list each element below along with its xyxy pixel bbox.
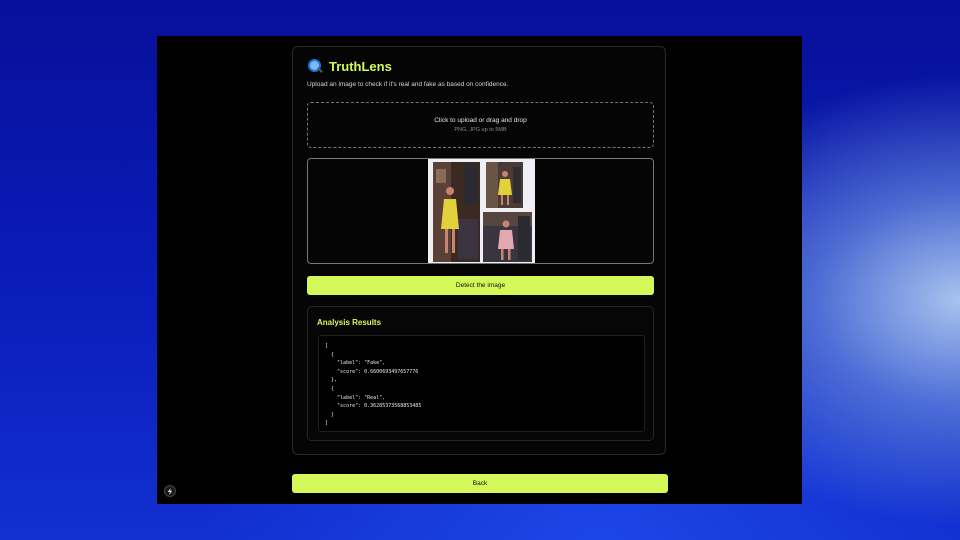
app-title: TruthLens — [329, 58, 392, 74]
upload-instruction: Click to upload or drag and drop — [434, 117, 527, 124]
results-title: Analysis Results — [317, 318, 382, 327]
analysis-results-panel: Analysis Results [ { "label": "Fake", "s… — [307, 306, 654, 441]
detect-image-button[interactable]: Detect the image — [307, 276, 654, 295]
uploaded-photo — [428, 159, 535, 263]
results-json: [ { "label": "Fake", "score": 0.66006934… — [325, 343, 422, 427]
app-window: TruthLens Upload an image to check if it… — [157, 36, 802, 504]
results-json-box: [ { "label": "Fake", "score": 0.66006934… — [318, 335, 645, 432]
app-subtitle: Upload an image to check if it's real an… — [307, 81, 509, 88]
lightning-icon[interactable] — [164, 485, 176, 497]
header: TruthLens — [307, 58, 392, 74]
upload-file-hint: PNG, JPG up to 5MB — [454, 127, 507, 133]
back-button[interactable]: Back — [292, 474, 668, 493]
main-card: TruthLens Upload an image to check if it… — [292, 46, 666, 455]
image-preview — [307, 158, 654, 264]
magnifier-icon — [307, 58, 323, 74]
upload-dropzone[interactable]: Click to upload or drag and drop PNG, JP… — [307, 102, 654, 148]
